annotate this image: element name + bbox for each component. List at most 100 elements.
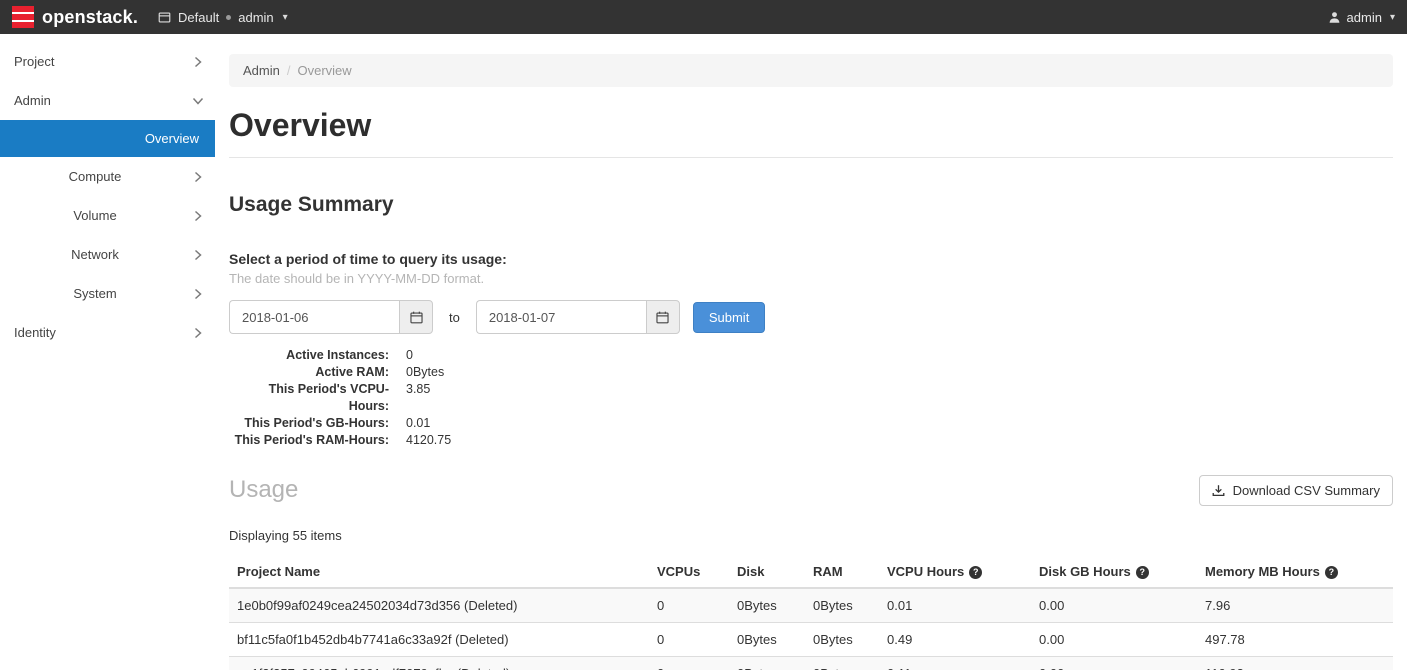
sidebar-item-system[interactable]: System	[0, 274, 215, 313]
chevron-right-icon	[194, 171, 202, 183]
col-label: Disk	[737, 564, 764, 579]
cell-disk-gb-hours: 0.00	[1031, 657, 1197, 670]
openstack-brand[interactable]: openstack.	[12, 6, 138, 28]
usage-heading: Usage	[229, 477, 298, 503]
cell-disk: 0Bytes	[729, 623, 805, 657]
cell-memory-mb-hours: 110.93	[1197, 657, 1393, 670]
sidebar-item-label: Compute	[69, 169, 122, 184]
end-date-group	[476, 300, 680, 334]
breadcrumb: Admin / Overview	[229, 54, 1393, 87]
col-header-disk-gb-hours[interactable]: Disk GB Hours?	[1031, 556, 1197, 588]
help-icon[interactable]: ?	[1136, 566, 1149, 579]
col-label: RAM	[813, 564, 843, 579]
domain-project-switcher[interactable]: Default admin ▾	[158, 10, 288, 25]
cell-disk: 0Bytes	[729, 588, 805, 623]
stat-row-vcpu-hours: This Period's VCPU-Hours: 3.85	[229, 381, 1393, 415]
table-header-row: Project Name VCPUs Disk RAM VCPU Hours?	[229, 556, 1393, 588]
sidebar-item-label: Admin	[14, 93, 51, 108]
items-count: Displaying 55 items	[229, 528, 1393, 543]
top-navbar: openstack. Default admin ▾ admin ▾	[0, 0, 1407, 34]
domain-label: Default	[178, 10, 219, 25]
cell-vcpu-hours: 0.01	[879, 588, 1031, 623]
cell-ram: 0Bytes	[805, 623, 879, 657]
to-label: to	[449, 310, 460, 325]
cell-disk-gb-hours: 0.00	[1031, 623, 1197, 657]
col-header-vcpu-hours[interactable]: VCPU Hours?	[879, 556, 1031, 588]
stat-row-active-ram: Active RAM: 0Bytes	[229, 364, 1393, 381]
breadcrumb-current: Overview	[297, 63, 351, 78]
sidebar-item-admin[interactable]: Admin	[0, 81, 215, 120]
user-menu[interactable]: admin ▾	[1328, 10, 1395, 25]
start-date-input[interactable]	[229, 300, 399, 334]
sidebar-item-identity[interactable]: Identity	[0, 313, 215, 352]
caret-down-icon: ▾	[283, 12, 288, 23]
sidebar-item-label: Identity	[14, 325, 56, 340]
end-date-calendar-button[interactable]	[646, 300, 680, 334]
project-label: admin	[238, 10, 273, 25]
cell-vcpu-hours: 0.49	[879, 623, 1031, 657]
sidebar-item-project[interactable]: Project	[0, 42, 215, 81]
brand-text: openstack.	[42, 7, 138, 28]
cell-project-name: bf11c5fa0f1b452db4b7741a6c33a92f (Delete…	[229, 623, 649, 657]
sidebar-nav: Project Admin Overview Compute Volume	[0, 34, 215, 670]
sidebar-item-label: Overview	[145, 131, 199, 146]
col-header-ram[interactable]: RAM	[805, 556, 879, 588]
stat-label: Active Instances:	[229, 347, 389, 364]
domain-icon	[158, 11, 171, 24]
cell-ram: 0Bytes	[805, 657, 879, 670]
context-separator-dot	[226, 15, 231, 20]
col-header-vcpus[interactable]: VCPUs	[649, 556, 729, 588]
col-header-project-name[interactable]: Project Name	[229, 556, 649, 588]
user-label: admin	[1347, 10, 1382, 25]
cell-vcpu-hours: 0.11	[879, 657, 1031, 670]
stat-row-gb-hours: This Period's GB-Hours: 0.01	[229, 415, 1393, 432]
sidebar-item-volume[interactable]: Volume	[0, 196, 215, 235]
col-label: Memory MB Hours	[1205, 564, 1320, 579]
cell-vcpus: 0	[649, 657, 729, 670]
help-icon[interactable]: ?	[1325, 566, 1338, 579]
sidebar-item-label: System	[73, 286, 116, 301]
calendar-icon	[656, 311, 669, 324]
chevron-right-icon	[194, 56, 202, 68]
cell-memory-mb-hours: 497.78	[1197, 623, 1393, 657]
stat-value: 4120.75	[406, 432, 451, 449]
calendar-icon	[410, 311, 423, 324]
usage-summary-heading: Usage Summary	[229, 194, 1393, 215]
page-title: Overview	[229, 109, 1393, 141]
chevron-right-icon	[194, 249, 202, 261]
start-date-calendar-button[interactable]	[399, 300, 433, 334]
usage-period-form: to Submit	[229, 300, 1393, 334]
sidebar-item-network[interactable]: Network	[0, 235, 215, 274]
table-row: bf11c5fa0f1b452db4b7741a6c33a92f (Delete…	[229, 623, 1393, 657]
sidebar-item-compute[interactable]: Compute	[0, 157, 215, 196]
openstack-logo-icon	[12, 6, 34, 28]
stat-value: 0.01	[406, 415, 430, 432]
breadcrumb-separator: /	[287, 63, 291, 78]
sidebar-item-label: Network	[71, 247, 119, 262]
col-label: Project Name	[237, 564, 320, 579]
sidebar-item-overview[interactable]: Overview	[0, 120, 215, 157]
breadcrumb-admin-link[interactable]: Admin	[243, 63, 280, 78]
help-icon[interactable]: ?	[969, 566, 982, 579]
cell-ram: 0Bytes	[805, 588, 879, 623]
stat-value: 0	[406, 347, 413, 364]
stat-label: This Period's RAM-Hours:	[229, 432, 389, 449]
download-csv-label: Download CSV Summary	[1233, 483, 1380, 498]
stat-row-active-instances: Active Instances: 0	[229, 347, 1393, 364]
caret-down-icon: ▾	[1390, 12, 1395, 23]
stat-label: This Period's GB-Hours:	[229, 415, 389, 432]
col-label: VCPUs	[657, 564, 700, 579]
table-row: ea1f2f357c09465eb6991edf7079efbe (Delete…	[229, 657, 1393, 670]
col-header-memory-mb-hours[interactable]: Memory MB Hours?	[1197, 556, 1393, 588]
stat-value: 3.85	[406, 381, 430, 415]
col-header-disk[interactable]: Disk	[729, 556, 805, 588]
chevron-right-icon	[194, 327, 202, 339]
end-date-input[interactable]	[476, 300, 646, 334]
download-csv-button[interactable]: Download CSV Summary	[1199, 475, 1393, 506]
cell-project-name: ea1f2f357c09465eb6991edf7079efbe (Delete…	[229, 657, 649, 670]
chevron-down-icon	[192, 97, 204, 105]
submit-button[interactable]: Submit	[693, 302, 765, 333]
stat-value: 0Bytes	[406, 364, 444, 381]
stat-row-ram-hours: This Period's RAM-Hours: 4120.75	[229, 432, 1393, 449]
chevron-right-icon	[194, 210, 202, 222]
